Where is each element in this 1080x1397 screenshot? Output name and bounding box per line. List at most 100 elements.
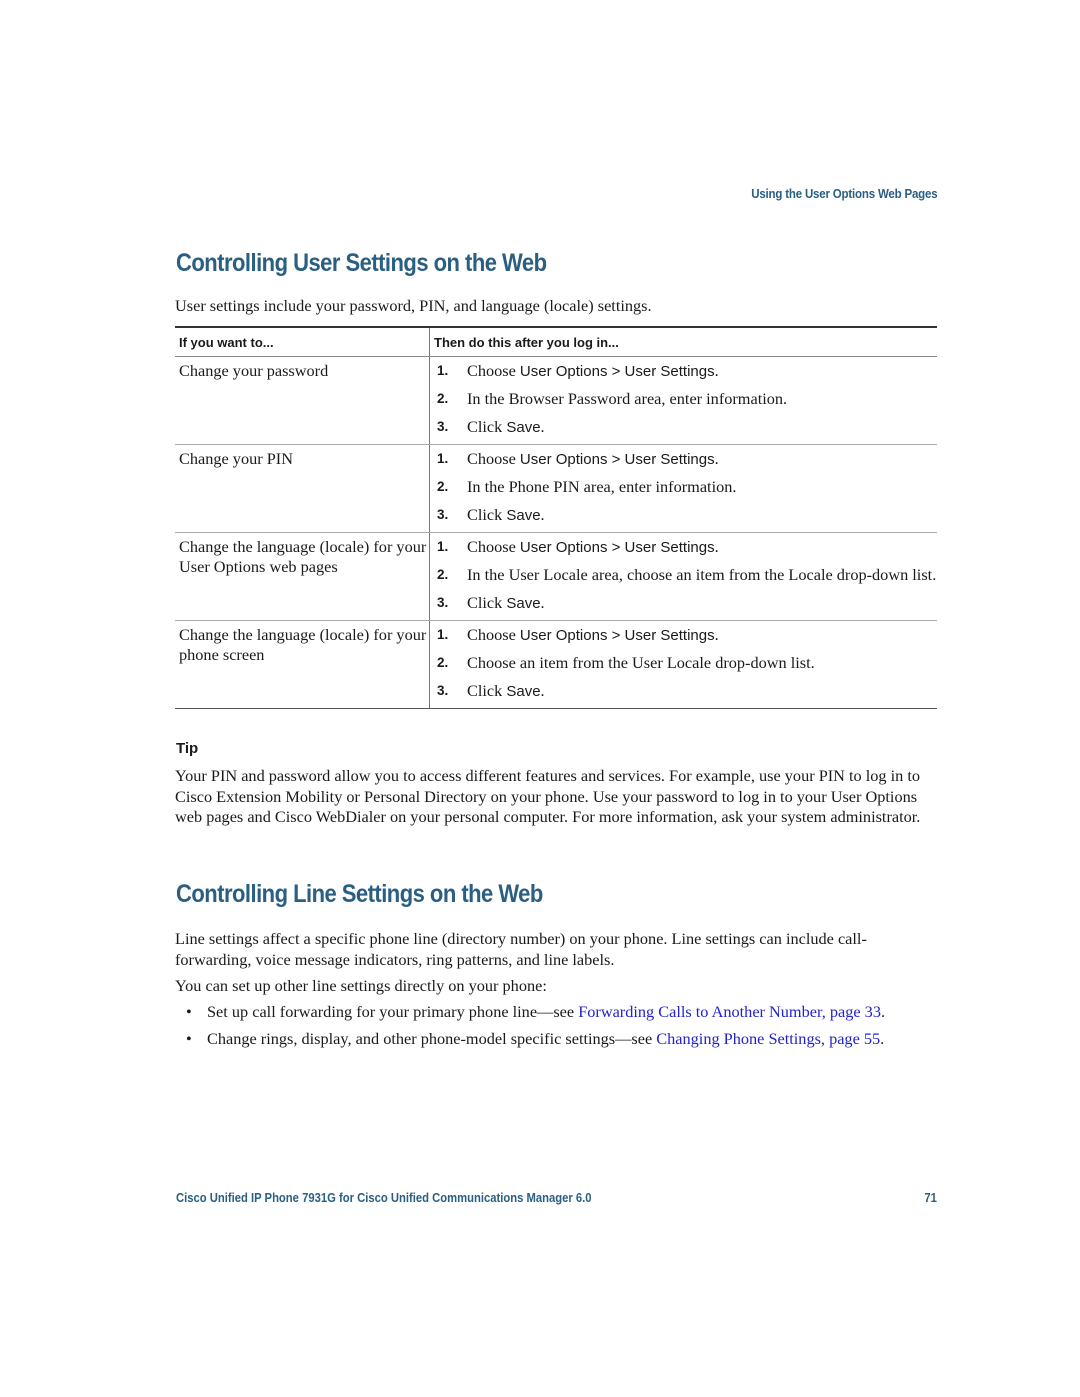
step-text-post: .	[714, 537, 719, 556]
list-item: • Set up call forwarding for your primar…	[175, 1002, 937, 1023]
step-text: Click Save.	[467, 505, 545, 526]
step-text-pre: In the Phone PIN area, enter information…	[467, 477, 737, 496]
bullet-icon: •	[186, 1028, 192, 1048]
table-row: Change the language (locale) for your ph…	[175, 620, 937, 709]
step-number: 1.	[437, 451, 449, 466]
step-number: 3.	[437, 419, 449, 434]
user-settings-table: If you want to... Then do this after you…	[175, 326, 937, 709]
step-text: Choose an item from the User Locale drop…	[467, 653, 815, 674]
step-text-pre: In the User Locale area, choose an item …	[467, 565, 937, 584]
step-number: 1.	[437, 627, 449, 642]
section-intro: User settings include your password, PIN…	[175, 296, 652, 315]
steps-cell: 1. Choose User Options > User Settings. 2.…	[429, 620, 937, 709]
step-text: Choose User Options > User Settings.	[467, 449, 719, 470]
section-title-line-settings: Controlling Line Settings on the Web	[176, 880, 543, 908]
running-head: Using the User Options Web Pages	[750, 187, 937, 201]
step-item: 1. Choose User Options > User Settings.	[434, 449, 937, 470]
list-item-text: Change rings, display, and other phone-m…	[207, 1028, 657, 1048]
list-item-end: .	[880, 1002, 886, 1021]
step-text: Choose User Options > User Settings.	[467, 537, 719, 558]
step-text: In the User Locale area, choose an item …	[467, 565, 936, 586]
step-text: Click Save.	[467, 593, 545, 614]
step-number: 3.	[437, 595, 449, 610]
task-cell: Change the language (locale) for your ph…	[175, 620, 430, 709]
list-item-text: Set up call forwarding for your primary …	[207, 1002, 579, 1021]
step-text: In the Phone PIN area, enter information…	[467, 477, 736, 498]
step-number: 3.	[437, 683, 449, 698]
ui-element-name: User Options > User Settings	[519, 539, 715, 556]
list-item: • Change rings, display, and other phone…	[175, 1029, 937, 1050]
ui-element-name: User Options > User Settings	[519, 451, 715, 468]
task-cell: Change your PIN	[175, 444, 430, 533]
ui-element-name: User Options > User Settings	[519, 363, 715, 380]
table-row: Change the language (locale) for your Us…	[175, 532, 937, 621]
step-text-pre: Click	[467, 681, 507, 700]
step-number: 2.	[437, 479, 449, 494]
line-settings-phone-paragraph: You can set up other line settings direc…	[175, 976, 547, 995]
step-text-pre: Click	[467, 417, 507, 436]
ui-element-name: User Options > User Settings	[519, 627, 715, 644]
steps-cell: 1. Choose User Options > User Settings. 2.…	[429, 356, 937, 445]
list-item-end: .	[880, 1028, 885, 1048]
tip-label: Tip	[176, 740, 199, 757]
step-number: 2.	[437, 391, 449, 406]
step-text-pre: Choose	[467, 537, 520, 556]
column-header-steps: Then do this after you log in...	[429, 326, 937, 357]
step-text-post: .	[540, 681, 545, 700]
step-item: 2. Choose an item from the User Locale dr…	[434, 653, 937, 674]
task-cell: Change the language (locale) for your Us…	[175, 532, 430, 621]
step-text: Click Save.	[467, 681, 545, 702]
step-text: Choose User Options > User Settings.	[467, 625, 719, 646]
bullet-icon: •	[186, 1002, 192, 1021]
step-text-post: .	[714, 625, 719, 644]
step-text-pre: Choose an item from the User Locale drop…	[467, 653, 815, 672]
ui-element-name: Save	[506, 595, 541, 612]
column-header-task: If you want to...	[175, 326, 430, 357]
step-item: 1. Choose User Options > User Settings.	[434, 625, 937, 646]
step-item: 2. In the Phone PIN area, enter informati…	[434, 477, 937, 498]
step-item: 2. In the Browser Password area, enter in…	[434, 389, 937, 410]
step-text-pre: Choose	[467, 449, 520, 468]
step-item: 3. Click Save.	[434, 681, 937, 702]
table-row: Change your password 1. Choose User Option…	[175, 356, 937, 445]
steps-cell: 1. Choose User Options > User Settings. 2.…	[429, 444, 937, 533]
step-text: Click Save.	[467, 417, 545, 438]
step-text-pre: Choose	[467, 361, 520, 380]
ui-element-name: Save	[506, 419, 541, 436]
step-item: 1. Choose User Options > User Settings.	[434, 537, 937, 558]
table-header-row: If you want to... Then do this after you…	[175, 326, 937, 357]
task-cell: Change your password	[175, 356, 430, 445]
line-settings-list: • Set up call forwarding for your primar…	[175, 1002, 937, 1055]
step-text-post: .	[714, 361, 719, 380]
step-number: 3.	[437, 507, 449, 522]
step-text-post: .	[714, 449, 719, 468]
step-item: 3. Click Save.	[434, 505, 937, 526]
link-forwarding-calls[interactable]: Forwarding Calls to Another Number, page…	[578, 1002, 881, 1021]
step-text-pre: Click	[467, 593, 507, 612]
tip-text: Your PIN and password allow you to acces…	[175, 766, 921, 826]
step-text-post: .	[540, 505, 545, 524]
step-text-post: .	[540, 417, 545, 436]
step-item: 2. In the User Locale area, choose an ite…	[434, 565, 937, 586]
steps-cell: 1. Choose User Options > User Settings. 2.…	[429, 532, 937, 621]
table-row: Change your PIN 1. Choose User Options > U…	[175, 444, 937, 533]
step-text-pre: Choose	[467, 625, 520, 644]
step-item: 1. Choose User Options > User Settings.	[434, 361, 937, 382]
page-footer: Cisco Unified IP Phone 7931G for Cisco U…	[176, 1191, 937, 1205]
page-number: 71	[924, 1191, 937, 1205]
step-text-pre: Click	[467, 505, 507, 524]
step-text: In the Browser Password area, enter info…	[467, 389, 787, 410]
step-text-pre: In the Browser Password area, enter info…	[467, 389, 788, 408]
step-number: 2.	[437, 655, 449, 670]
step-text: Choose User Options > User Settings.	[467, 361, 719, 382]
step-text-post: .	[540, 593, 545, 612]
link-changing-phone-settings[interactable]: Changing Phone Settings, page 55	[656, 1029, 880, 1048]
section-title-user-settings: Controlling User Settings on the Web	[176, 249, 547, 277]
line-settings-paragraph: Line settings affect a specific phone li…	[175, 929, 867, 969]
step-number: 1.	[437, 539, 449, 554]
ui-element-name: Save	[506, 683, 541, 700]
step-item: 3. Click Save.	[434, 417, 937, 438]
step-number: 1.	[437, 363, 449, 378]
ui-element-name: Save	[506, 507, 541, 524]
step-number: 2.	[437, 567, 449, 582]
